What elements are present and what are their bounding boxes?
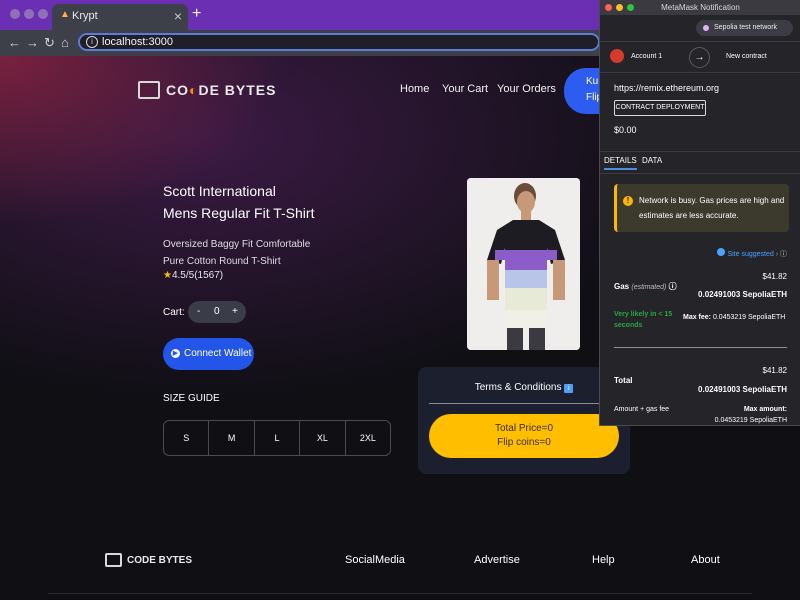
tab-close-icon[interactable]: × <box>174 8 182 24</box>
product-description: Oversized Baggy Fit Comfortable Pure Cot… <box>163 239 311 267</box>
total-eth: 0.02491003 SepoliaETH <box>698 385 787 394</box>
network-dot-icon <box>703 25 709 31</box>
back-icon[interactable]: ← <box>8 35 21 50</box>
metamask-titlebar: MetaMask Notification <box>600 0 800 15</box>
metamask-tabs: DETAILS DATA <box>600 151 800 174</box>
total-price-button[interactable]: Total Price=0 Flip coins=0 <box>429 414 619 458</box>
address-bar[interactable]: i localhost:3000 <box>78 33 600 51</box>
footer-link-advertise[interactable]: Advertise <box>474 554 520 566</box>
globe-icon <box>717 248 726 256</box>
info-icon: i <box>564 384 574 393</box>
zoom-window-icon[interactable] <box>627 4 634 11</box>
gas-fee-eth: 0.02491003 SepoliaETH <box>698 290 787 299</box>
site-suggested-link[interactable]: Site suggested › ⓘ <box>717 248 787 259</box>
play-icon: ▶ <box>171 349 180 358</box>
minimize-window-icon[interactable] <box>616 4 623 11</box>
product-title-line2: Mens Regular Fit T-Shirt <box>163 205 315 221</box>
network-selector[interactable]: Sepolia test network <box>696 20 793 36</box>
confirmation-time: Very likely in < 15 seconds <box>614 311 673 329</box>
terms-label: Terms & Conditions <box>474 382 562 393</box>
monitor-icon <box>105 553 122 567</box>
account-row: Account 1 → New contract <box>600 41 800 73</box>
product-title: Scott International Mens Regular Fit T-S… <box>163 180 423 224</box>
nav-home[interactable]: Home <box>400 83 429 95</box>
total-label: Total <box>614 376 633 385</box>
nav-your-cart[interactable]: Your Cart <box>442 83 488 95</box>
cart-label: Cart: <box>163 307 185 318</box>
new-tab-icon[interactable]: + <box>192 5 201 23</box>
quantity-stepper: - 0 + <box>188 301 246 323</box>
footer-logo-text: CODE BYTES <box>127 554 193 566</box>
product-title-line1: Scott International <box>163 183 276 199</box>
metamask-window: MetaMask Notification Sepolia test netwo… <box>599 0 800 426</box>
max-fee: Max fee: 0.0453219 SepoliaETH <box>683 314 786 321</box>
decrement-button[interactable]: - <box>197 306 200 317</box>
tab-details[interactable]: DETAILS <box>604 156 637 170</box>
metamask-divider <box>614 347 787 348</box>
product-image <box>467 178 580 350</box>
network-busy-warning: ! Network is busy. Gas prices are high a… <box>614 184 789 232</box>
quantity-value: 0 <box>214 306 220 317</box>
new-contract-label: New contract <box>726 53 767 60</box>
connect-wallet-label: Connect Wallet <box>184 348 252 359</box>
close-window-icon[interactable] <box>10 9 20 19</box>
flip-coins-text: Flip coins=0 <box>497 437 551 448</box>
metamask-window-title: MetaMask Notification <box>661 3 740 12</box>
forward-icon[interactable]: → <box>26 35 39 50</box>
footer-link-socialmedia[interactable]: SocialMedia <box>345 554 405 566</box>
size-option-m[interactable]: M <box>209 421 255 455</box>
rating-text: 4.5/5(1567) <box>171 270 224 281</box>
home-icon[interactable]: ⌂ <box>61 35 69 50</box>
tab-title: Krypt <box>72 10 98 22</box>
account-avatar <box>610 49 624 63</box>
footer-divider <box>48 593 752 594</box>
gas-label: Gas (estimated) ⓘ <box>614 282 677 291</box>
contract-deployment-badge: CONTRACT DEPLOYMENT <box>614 100 706 116</box>
nav-your-orders[interactable]: Your Orders <box>497 83 556 95</box>
size-option-l[interactable]: L <box>255 421 301 455</box>
info-icon[interactable]: ⓘ <box>780 251 787 258</box>
close-window-icon[interactable] <box>605 4 612 11</box>
warning-icon: ! <box>623 196 633 206</box>
site-suggested-text: Site suggested <box>727 251 774 258</box>
network-name: Sepolia test network <box>714 24 778 31</box>
star-icon: ★ <box>163 270 172 281</box>
amount-plus-gas-label: Amount + gas fee <box>614 406 670 413</box>
krypt-favicon-icon: ▲ <box>60 9 70 20</box>
tab-data[interactable]: DATA <box>642 156 662 165</box>
arrow-right-icon: → <box>689 47 710 68</box>
total-usd: $41.82 <box>762 366 787 375</box>
site-info-icon[interactable]: i <box>86 36 98 48</box>
request-origin: https://remix.ethereum.org <box>614 83 720 93</box>
site-logo[interactable]: CO◐DE BYTES <box>138 81 276 99</box>
browser-tab[interactable]: ▲ Krypt × <box>52 4 188 30</box>
increment-button[interactable]: + <box>232 306 238 317</box>
warning-text: Network is busy. Gas prices are high and… <box>639 196 785 220</box>
reload-icon[interactable]: ↻ <box>44 35 55 51</box>
footer-link-help[interactable]: Help <box>592 554 615 566</box>
footer-link-about[interactable]: About <box>691 554 720 566</box>
info-icon[interactable]: ⓘ <box>669 282 677 291</box>
transaction-amount: $0.00 <box>614 125 637 135</box>
size-selector: S M L XL 2XL <box>163 420 391 456</box>
tshirt-model-illustration <box>467 178 580 350</box>
checkout-divider <box>429 403 619 404</box>
gas-fee-usd: $41.82 <box>762 272 787 281</box>
zoom-window-icon[interactable] <box>38 9 48 19</box>
footer-logo[interactable]: CODE BYTES <box>105 553 192 567</box>
total-price-text: Total Price=0 <box>494 423 554 434</box>
monitor-icon <box>138 81 160 99</box>
url-text: localhost:3000 <box>102 36 173 48</box>
product-rating: ★4.5/5(1567) <box>163 270 223 281</box>
logo-text: CO◐DE BYTES <box>166 82 277 98</box>
size-guide-heading: SIZE GUIDE <box>163 393 220 404</box>
connect-wallet-button[interactable]: ▶ Connect Wallet <box>163 338 254 370</box>
size-option-xl[interactable]: XL <box>300 421 346 455</box>
max-amount: Max amount: 0.0453219 SepoliaETH <box>714 406 787 424</box>
chevron-right-icon: › <box>775 251 779 258</box>
size-option-2xl[interactable]: 2XL <box>346 421 390 455</box>
account-name[interactable]: Account 1 <box>631 53 662 60</box>
size-option-s[interactable]: S <box>164 421 210 455</box>
minimize-window-icon[interactable] <box>24 9 34 19</box>
